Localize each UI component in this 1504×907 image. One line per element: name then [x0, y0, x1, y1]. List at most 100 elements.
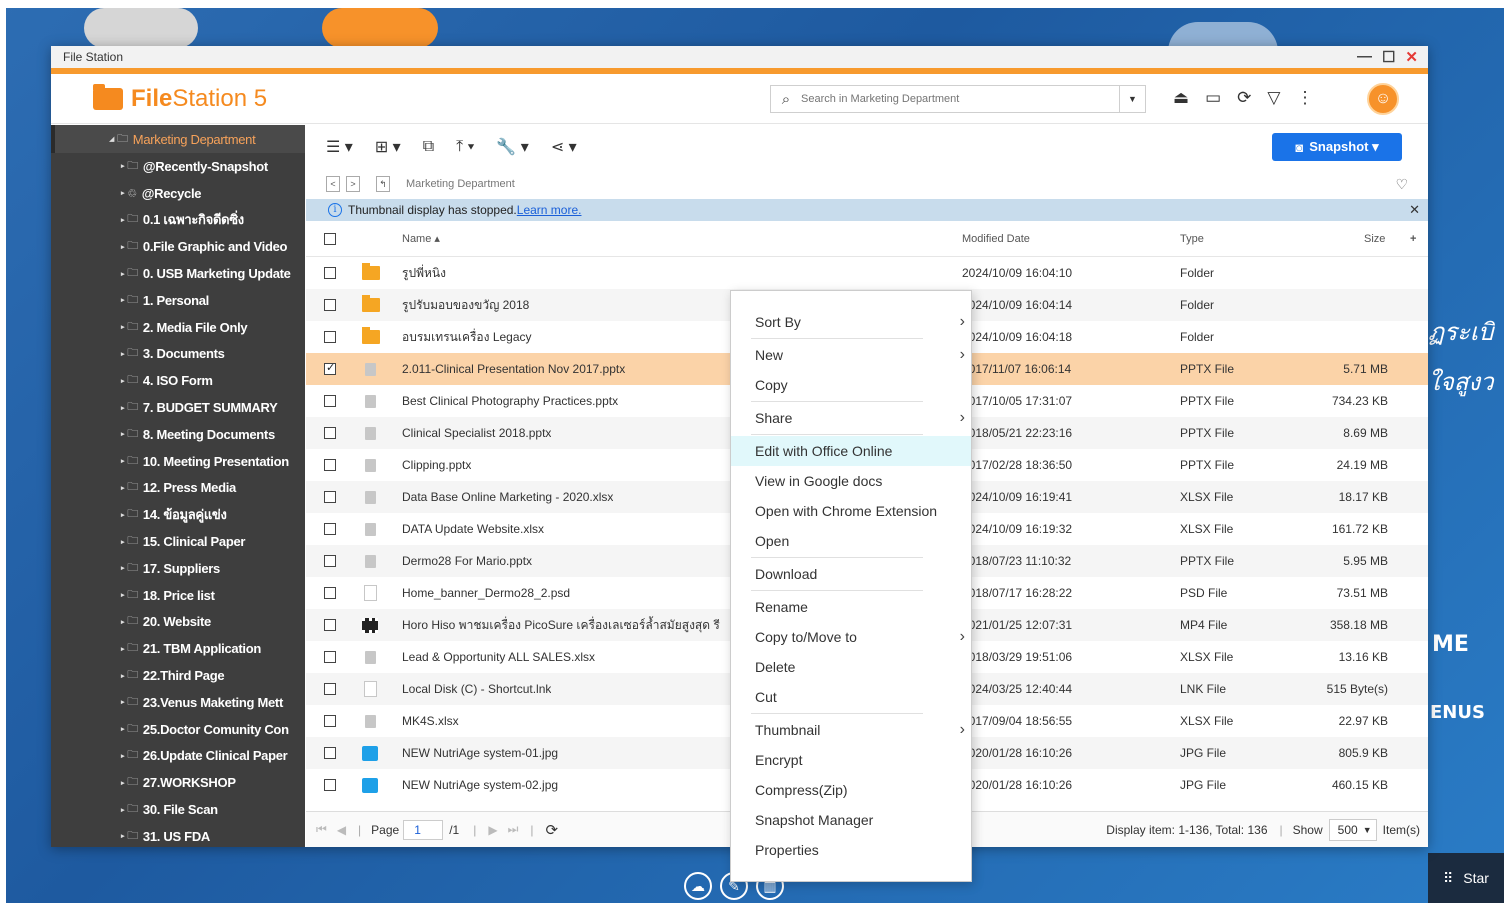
expand-icon[interactable]: ▸ — [121, 270, 125, 278]
refresh-icon[interactable]: ⟳ — [546, 821, 559, 839]
tree-item[interactable]: ▸ 🗀 18. Price list — [51, 582, 305, 609]
tree-item[interactable]: ▸ 🗀 30. File Scan — [51, 796, 305, 823]
row-checkbox[interactable] — [324, 555, 336, 567]
row-checkbox[interactable] — [324, 395, 336, 407]
expand-icon[interactable]: ▸ — [121, 832, 125, 840]
expand-icon[interactable]: ◢ — [109, 135, 114, 143]
row-checkbox[interactable] — [324, 267, 336, 279]
tree-item[interactable]: ▸ 🗀 26.Update Clinical Paper — [51, 743, 305, 770]
breadcrumb[interactable]: Marketing Department — [406, 178, 515, 190]
user-avatar-icon[interactable]: ☺ — [1367, 83, 1399, 115]
menu-item[interactable]: Edit with Office Online — [731, 436, 971, 466]
row-checkbox[interactable] — [324, 361, 336, 375]
expand-icon[interactable]: ▸ — [121, 672, 125, 680]
row-checkbox[interactable] — [324, 427, 336, 439]
prev-page-icon[interactable]: ◀ — [337, 823, 346, 837]
menu-item[interactable]: Properties — [731, 835, 971, 865]
menu-item[interactable]: Open — [731, 526, 971, 556]
close-icon[interactable]: ✕ — [1405, 48, 1418, 66]
column-type[interactable]: Type — [1180, 233, 1204, 245]
filestation-app-icon[interactable] — [322, 8, 438, 48]
next-page-icon[interactable]: ▶ — [488, 823, 497, 837]
row-checkbox[interactable] — [324, 651, 336, 663]
forward-icon[interactable]: > — [346, 176, 360, 192]
tree-item[interactable]: ▸ 🗀 2. Media File Only — [51, 314, 305, 341]
row-checkbox[interactable] — [324, 299, 336, 311]
last-page-icon[interactable]: ⏭ — [508, 822, 519, 837]
favorite-icon[interactable]: ♡ — [1395, 176, 1408, 193]
tree-item[interactable]: ▸ 🗀 @Recently-Snapshot — [51, 153, 305, 180]
tree-item[interactable]: ▸ 🗀 25.Doctor Comunity Con — [51, 716, 305, 743]
tree-item[interactable]: ▸ 🗀 20. Website — [51, 609, 305, 636]
tree-item[interactable]: ▸ 🗀 17. Suppliers — [51, 555, 305, 582]
expand-icon[interactable]: ▸ — [121, 511, 125, 519]
expand-icon[interactable]: ▸ — [121, 296, 125, 304]
expand-icon[interactable]: ▸ — [121, 538, 125, 546]
tree-item[interactable]: ▸ 🗀 23.Venus Maketing Mett — [51, 689, 305, 716]
row-checkbox[interactable] — [324, 331, 336, 343]
learn-more-link[interactable]: Learn more. — [517, 203, 582, 217]
copy-icon[interactable]: ⧉ — [423, 138, 434, 156]
expand-icon[interactable]: ▸ — [121, 189, 125, 197]
menu-item[interactable]: View in Google docs — [731, 466, 971, 496]
start-button[interactable]: ⠿ Star — [1428, 853, 1504, 903]
expand-icon[interactable]: ▸ — [121, 243, 125, 251]
expand-icon[interactable]: ▸ — [121, 591, 125, 599]
page-input[interactable]: 1 — [403, 819, 444, 840]
refresh-icon[interactable]: ⟳ — [1237, 88, 1251, 108]
row-checkbox[interactable] — [324, 779, 336, 791]
menu-item[interactable]: New › — [731, 340, 971, 370]
expand-icon[interactable]: ▸ — [121, 323, 125, 331]
column-size[interactable]: Size — [1364, 233, 1385, 245]
menu-item[interactable]: Delete — [731, 652, 971, 682]
items-per-page-select[interactable]: 500 ▼ — [1328, 818, 1377, 841]
tools-icon[interactable]: 🔧 ▾ — [496, 137, 528, 157]
menu-item[interactable]: Download — [731, 559, 971, 589]
expand-icon[interactable]: ▸ — [121, 162, 125, 170]
tree-item[interactable]: ▸ 🗀 22.Third Page — [51, 662, 305, 689]
tree-item[interactable]: ▸ 🗀 0. USB Marketing Update — [51, 260, 305, 287]
more-menu-icon[interactable]: ⋮ — [1296, 88, 1313, 108]
tree-item[interactable]: ▸ 🗀 31. US FDA — [51, 823, 305, 847]
tree-item[interactable]: ▸ 🗀 0.File Graphic and Video — [51, 233, 305, 260]
upload-status-icon[interactable]: ⏏ — [1173, 88, 1189, 108]
view-mode-icon[interactable]: ☰ ▾ — [326, 137, 353, 157]
expand-icon[interactable]: ▸ — [121, 752, 125, 760]
row-checkbox[interactable] — [324, 459, 336, 471]
tree-item[interactable]: ▸ 🗀 10. Meeting Presentation — [51, 448, 305, 475]
cast-icon[interactable]: ▭ — [1205, 88, 1221, 108]
share-icon[interactable]: ⋖ ▾ — [551, 137, 577, 157]
back-icon[interactable]: < — [326, 176, 340, 192]
search-icon[interactable]: ⌕ — [771, 91, 801, 108]
row-checkbox[interactable] — [324, 587, 336, 599]
filter-icon[interactable]: ▽ — [1267, 88, 1280, 108]
tree-item[interactable]: ▸ 🗀 14. ข้อมูลคู่แข่ง — [51, 501, 305, 528]
first-page-icon[interactable]: ⏮ — [316, 822, 327, 837]
column-modified[interactable]: Modified Date — [962, 233, 1030, 245]
menu-item[interactable]: Sort By › — [731, 307, 971, 337]
parent-folder-icon[interactable]: ↰ — [376, 176, 390, 192]
tree-item[interactable]: ▸ 🗀 1. Personal — [51, 287, 305, 314]
row-checkbox[interactable] — [324, 619, 336, 631]
row-checkbox[interactable] — [324, 523, 336, 535]
tree-item[interactable]: ▸ 🗀 15. Clinical Paper — [51, 528, 305, 555]
row-checkbox[interactable] — [324, 715, 336, 727]
expand-icon[interactable]: ▸ — [121, 645, 125, 653]
menu-item[interactable]: Copy — [731, 370, 971, 400]
expand-icon[interactable]: ▸ — [121, 404, 125, 412]
tree-item-root[interactable]: ◢ 🗀 Marketing Department — [51, 125, 305, 153]
tree-item[interactable]: ▸ 🗀 27.WORKSHOP — [51, 769, 305, 796]
tree-item[interactable]: ▸ 🗀 21. TBM Application — [51, 635, 305, 662]
expand-icon[interactable]: ▸ — [121, 725, 125, 733]
tree-item[interactable]: ▸ 🗀 3. Documents — [51, 341, 305, 368]
create-folder-icon[interactable]: ⊞ ▾ — [375, 137, 401, 157]
minimize-icon[interactable]: — — [1357, 48, 1372, 66]
window-titlebar[interactable]: File Station — ☐ ✕ — [51, 46, 1428, 68]
row-checkbox[interactable] — [324, 747, 336, 759]
row-checkbox[interactable] — [324, 683, 336, 695]
expand-icon[interactable]: ▸ — [121, 377, 125, 385]
menu-item[interactable]: Compress(Zip) — [731, 775, 971, 805]
menu-item[interactable]: Share › — [731, 403, 971, 433]
tree-item[interactable]: ▸ 🗀 4. ISO Form — [51, 367, 305, 394]
expand-icon[interactable]: ▸ — [121, 484, 125, 492]
